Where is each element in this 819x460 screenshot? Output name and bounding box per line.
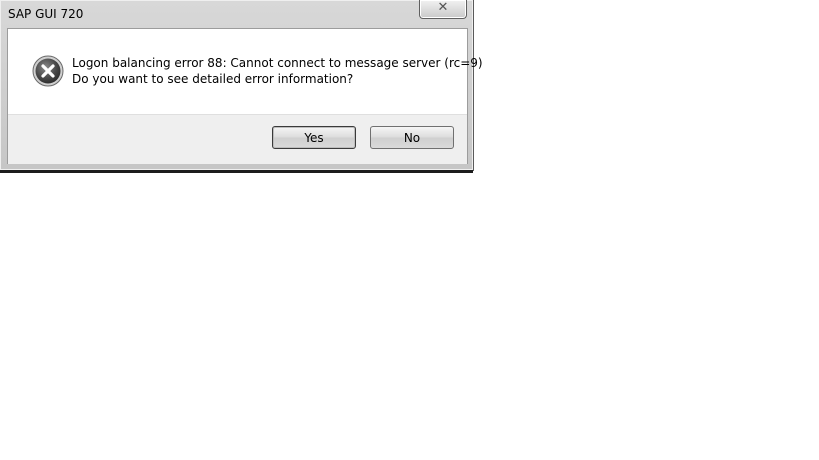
- close-icon: ✕: [437, 0, 449, 15]
- no-button[interactable]: No: [370, 126, 454, 149]
- button-area: Yes No: [8, 114, 467, 164]
- yes-button[interactable]: Yes: [272, 126, 356, 149]
- close-button[interactable]: ✕: [419, 0, 467, 19]
- message-area: Logon balancing error 88: Cannot connect…: [8, 29, 483, 114]
- dialog-content: Logon balancing error 88: Cannot connect…: [7, 28, 483, 164]
- background-strip: [0, 170, 473, 173]
- error-message-line-2: Do you want to see detailed error inform…: [72, 72, 354, 86]
- error-icon: [32, 55, 64, 87]
- title-bar[interactable]: SAP GUI 720 ✕: [0, 0, 473, 28]
- window-title: SAP GUI 720: [8, 7, 84, 21]
- error-dialog: SAP GUI 720 ✕ Logon balancing error 88: …: [0, 0, 483, 171]
- error-message-line-1: Logon balancing error 88: Cannot connect…: [72, 56, 483, 70]
